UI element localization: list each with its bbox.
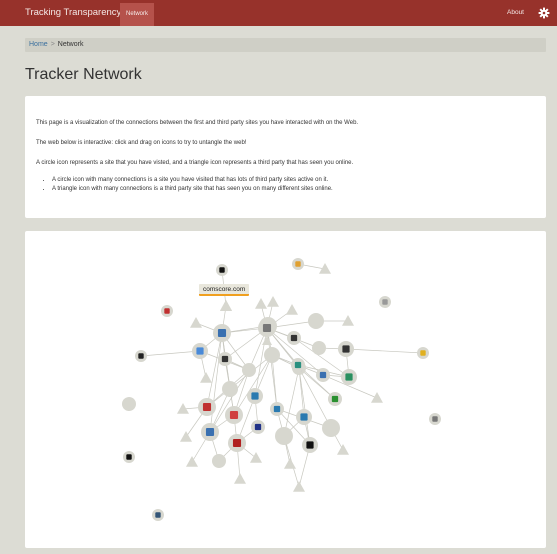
breadcrumb-home-link[interactable]: Home xyxy=(29,41,48,48)
nav-tab-network[interactable]: Network xyxy=(120,3,155,26)
network-link xyxy=(298,367,311,446)
intro-paragraph: This page is a visualization of the conn… xyxy=(36,120,359,126)
site-favicon-icon xyxy=(290,334,298,342)
visited-site-circle-node[interactable] xyxy=(242,363,256,377)
site-favicon-icon xyxy=(382,299,388,305)
intro-bullet: A circle icon with many connections is a… xyxy=(52,176,546,185)
site-favicon-icon xyxy=(319,371,327,379)
third-party-triangle-node[interactable] xyxy=(200,372,212,383)
third-party-triangle-node[interactable] xyxy=(262,336,272,345)
site-favicon-icon xyxy=(155,512,161,518)
third-party-triangle-node[interactable] xyxy=(186,456,198,467)
network-link xyxy=(254,327,268,397)
third-party-triangle-node[interactable] xyxy=(250,452,262,463)
site-favicon-icon xyxy=(331,395,339,403)
top-navbar: Tracking Transparency Network About xyxy=(0,0,557,26)
site-favicon-icon xyxy=(232,438,242,448)
site-favicon-icon xyxy=(420,350,426,356)
site-favicon-icon xyxy=(202,402,212,412)
network-link xyxy=(283,367,300,437)
site-favicon-icon xyxy=(229,410,239,420)
site-favicon-icon xyxy=(254,423,262,431)
third-party-triangle-node[interactable] xyxy=(293,481,305,492)
visited-site-circle-node[interactable] xyxy=(275,427,293,445)
third-party-triangle-node[interactable] xyxy=(267,296,279,307)
network-link xyxy=(345,348,424,354)
third-party-triangle-node[interactable] xyxy=(255,298,267,309)
network-link xyxy=(140,350,201,357)
site-favicon-icon xyxy=(251,392,259,400)
site-favicon-icon xyxy=(196,347,204,355)
network-graph-card[interactable]: comscore.com xyxy=(25,231,546,548)
site-favicon-icon xyxy=(217,328,227,338)
intro-paragraph: The web below is interactive: click and … xyxy=(36,140,247,146)
site-favicon-icon xyxy=(138,353,144,359)
third-party-triangle-node[interactable] xyxy=(342,315,354,326)
site-favicon-icon xyxy=(221,355,229,363)
third-party-triangle-node[interactable] xyxy=(286,304,298,315)
site-favicon-icon xyxy=(126,454,132,460)
visited-site-circle-node[interactable] xyxy=(308,313,324,329)
third-party-triangle-node[interactable] xyxy=(337,444,349,455)
visited-site-circle-node[interactable] xyxy=(122,397,136,411)
visited-site-circle-node[interactable] xyxy=(312,341,326,355)
site-favicon-icon xyxy=(273,405,281,413)
node-tooltip: comscore.com xyxy=(199,284,250,296)
breadcrumb-separator: > xyxy=(50,41,55,48)
site-favicon-icon xyxy=(294,361,302,369)
site-favicon-icon xyxy=(345,373,353,381)
third-party-triangle-node[interactable] xyxy=(371,392,383,403)
site-favicon-icon xyxy=(306,441,314,449)
visited-site-circle-node[interactable] xyxy=(212,454,226,468)
intro-bullet: A triangle icon with many connections is… xyxy=(52,185,546,194)
gear-icon[interactable] xyxy=(538,7,550,19)
third-party-triangle-node[interactable] xyxy=(190,317,202,328)
site-favicon-icon xyxy=(342,345,350,353)
site-favicon-icon xyxy=(205,427,215,437)
breadcrumb: Home > Network xyxy=(25,38,546,52)
third-party-triangle-node[interactable] xyxy=(234,473,246,484)
network-link xyxy=(271,354,278,410)
selected-third-party-node[interactable] xyxy=(220,300,232,311)
site-favicon-icon xyxy=(164,308,170,314)
third-party-triangle-node[interactable] xyxy=(284,458,296,469)
brand-title[interactable]: Tracking Transparency xyxy=(25,0,121,26)
site-favicon-icon xyxy=(300,413,308,421)
site-favicon-icon xyxy=(295,261,301,267)
site-favicon-icon xyxy=(219,267,225,273)
intro-bullet-list: A circle icon with many connections is a… xyxy=(52,176,546,194)
site-favicon-icon xyxy=(432,416,438,422)
intro-paragraph: A circle icon represents a site that you… xyxy=(36,160,354,166)
site-favicon-icon xyxy=(262,323,272,333)
visited-site-circle-node[interactable] xyxy=(222,381,238,397)
about-link[interactable]: About xyxy=(507,0,524,26)
breadcrumb-current: Network xyxy=(57,41,84,48)
network-graph[interactable] xyxy=(25,231,546,548)
visited-site-circle-node[interactable] xyxy=(264,347,280,363)
intro-card: This page is a visualization of the conn… xyxy=(25,96,546,218)
visited-site-circle-node[interactable] xyxy=(322,419,340,437)
third-party-triangle-node[interactable] xyxy=(180,431,192,442)
page-title: Tracker Network xyxy=(25,66,142,83)
